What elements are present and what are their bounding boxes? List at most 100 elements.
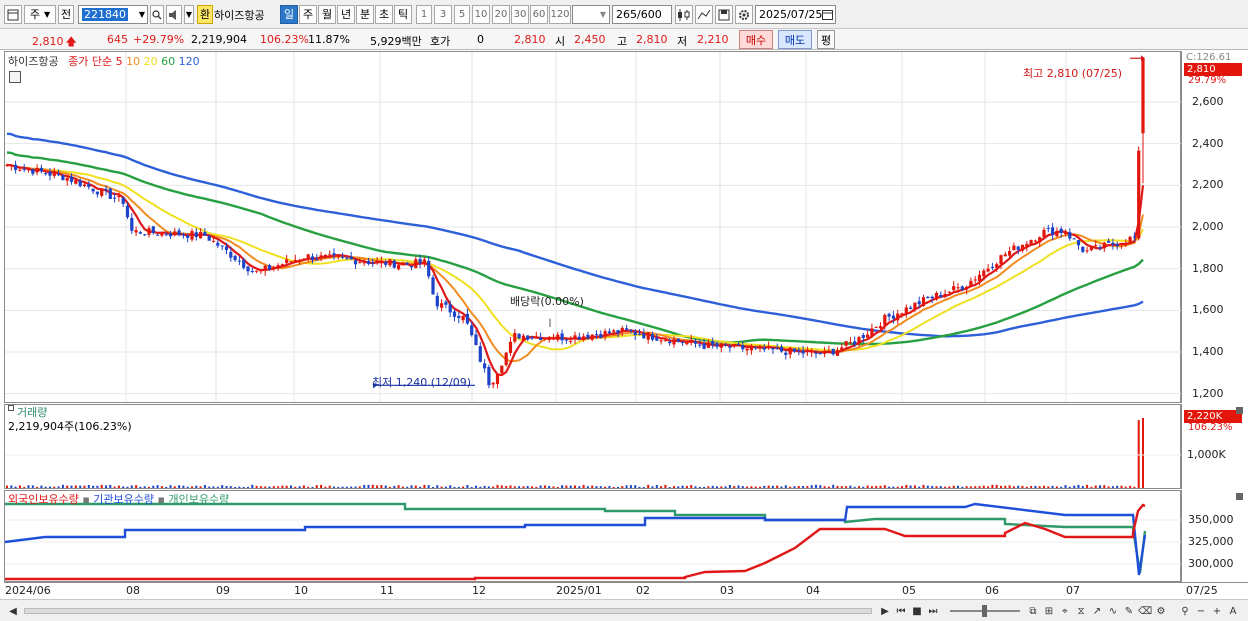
scroll-left-icon[interactable]: ◀ [6, 604, 20, 618]
candle-icon[interactable] [675, 5, 693, 24]
chevron-down-icon[interactable]: ▼ [139, 10, 145, 19]
zoom-out-icon[interactable]: − [1194, 604, 1208, 618]
period-button-3[interactable]: 년 [337, 5, 355, 24]
period-button-5[interactable]: 초 [375, 5, 393, 24]
line-tool-icon[interactable]: ↗ [1090, 604, 1104, 618]
minute-button-10[interactable]: 10 [472, 5, 490, 24]
volume-bar [1068, 486, 1071, 488]
buy-button[interactable]: 매수 [739, 30, 773, 49]
candle-body [616, 330, 620, 334]
zoom-slider-handle[interactable] [982, 605, 987, 617]
volume-bar [496, 484, 499, 488]
minute-dropdown[interactable]: ▼ [572, 5, 610, 24]
compare-icon[interactable]: ⊞ [1042, 604, 1056, 618]
trend-line-icon[interactable] [695, 5, 713, 24]
draw-icon[interactable]: ✎ [1122, 604, 1136, 618]
volume-bar [238, 486, 241, 488]
rewind-icon[interactable]: ⏮ [894, 604, 908, 618]
candle-body [444, 301, 448, 305]
volume-bar [216, 486, 219, 488]
chevron-down-icon[interactable]: ▼ [184, 5, 194, 24]
erase-icon[interactable]: ⌫ [1138, 604, 1152, 618]
close-panel-icon[interactable] [1236, 407, 1243, 414]
candle-body [681, 341, 685, 343]
period-button-2[interactable]: 월 [318, 5, 336, 24]
candle-body [775, 347, 779, 349]
hoga-value: 0 [477, 33, 484, 46]
price-top-label: C:126.61 [1186, 52, 1232, 63]
volume-bar [1051, 485, 1054, 488]
volume-bar [737, 485, 740, 488]
window-menu-icon[interactable] [4, 5, 22, 24]
minute-button-3[interactable]: 3 [434, 5, 452, 24]
font-size-icon[interactable]: A [1226, 604, 1240, 618]
avg-button[interactable]: 평 [817, 30, 835, 49]
save-icon[interactable] [715, 5, 733, 24]
volume-bar [294, 486, 297, 488]
speaker-icon[interactable] [166, 5, 182, 24]
volume-bar [1008, 485, 1011, 488]
volume-bar [1124, 486, 1127, 488]
settings-icon[interactable]: ⚙ [1154, 604, 1168, 618]
candle-body [57, 174, 61, 176]
minute-button-30[interactable]: 30 [511, 5, 529, 24]
x-label-5: 12 [472, 584, 486, 597]
pattern-icon[interactable]: ⧖ [1074, 604, 1088, 618]
last-price-tag-value: 2,810 [1187, 64, 1216, 75]
gear-icon[interactable] [735, 5, 753, 24]
date-field[interactable]: 2025/07/25 [755, 5, 836, 24]
search-icon[interactable] [150, 5, 164, 24]
period-button-1[interactable]: 주 [299, 5, 317, 24]
stop-icon[interactable]: ■ [910, 604, 924, 618]
close-panel-icon[interactable] [1236, 493, 1243, 500]
bar-count-field[interactable]: 265 /600 [612, 5, 672, 24]
candle-body [582, 336, 586, 340]
candle-body [853, 341, 857, 345]
crosshair-icon[interactable]: ⌖ [1058, 604, 1072, 618]
candle-body [698, 344, 702, 346]
candle-body [779, 346, 784, 352]
candle-body [655, 337, 659, 341]
volume-bar [883, 485, 886, 488]
candle-body [276, 265, 280, 267]
period-button-4[interactable]: 분 [356, 5, 374, 24]
sell-button[interactable]: 매도 [778, 30, 812, 49]
x-label-3: 10 [294, 584, 308, 597]
candle-body [556, 334, 560, 340]
layout-icon[interactable]: ⧉ [1026, 604, 1040, 618]
minute-button-5[interactable]: 5 [454, 5, 470, 24]
volume-bar [948, 486, 951, 488]
volume-bar [728, 485, 731, 488]
volume-bar [483, 485, 486, 488]
fibo-icon[interactable]: ∿ [1106, 604, 1120, 618]
prev-button[interactable]: 전 [58, 5, 74, 24]
minute-button-20[interactable]: 20 [492, 5, 510, 24]
fx-button[interactable]: 환 [197, 5, 213, 24]
holdings-tick-label: 350,000 [1188, 513, 1234, 526]
calendar-icon[interactable] [822, 9, 833, 23]
volume-bar [1103, 485, 1106, 488]
candle-body [427, 260, 431, 277]
minute-button-1[interactable]: 1 [416, 5, 432, 24]
volume-bar [423, 484, 426, 488]
volume-canvas[interactable] [5, 405, 1181, 488]
volume-bar [414, 485, 417, 488]
candle-body [973, 279, 977, 281]
candle-body [758, 346, 762, 349]
period-button-6[interactable]: 틱 [394, 5, 412, 24]
period-dropdown[interactable]: 주 ▼ [24, 5, 56, 24]
price-change: 645 [107, 33, 128, 46]
price-chart-canvas[interactable] [5, 52, 1181, 402]
volume-bar [1142, 418, 1144, 488]
fast-forward-icon[interactable]: ⏭ [926, 604, 940, 618]
minute-button-120[interactable]: 120 [549, 5, 571, 24]
zoom-in-icon[interactable]: + [1210, 604, 1224, 618]
play-icon[interactable]: ▶ [878, 604, 892, 618]
table-icon[interactable] [9, 71, 21, 83]
zoom-icon[interactable]: ⚲ [1178, 604, 1192, 618]
period-button-0[interactable]: 일 [280, 5, 298, 24]
stock-code-input[interactable]: 221840 ▼ [78, 5, 148, 24]
volume-value: 2,219,904 [191, 33, 247, 46]
scrollbar-track[interactable] [24, 608, 872, 614]
minute-button-60[interactable]: 60 [530, 5, 548, 24]
